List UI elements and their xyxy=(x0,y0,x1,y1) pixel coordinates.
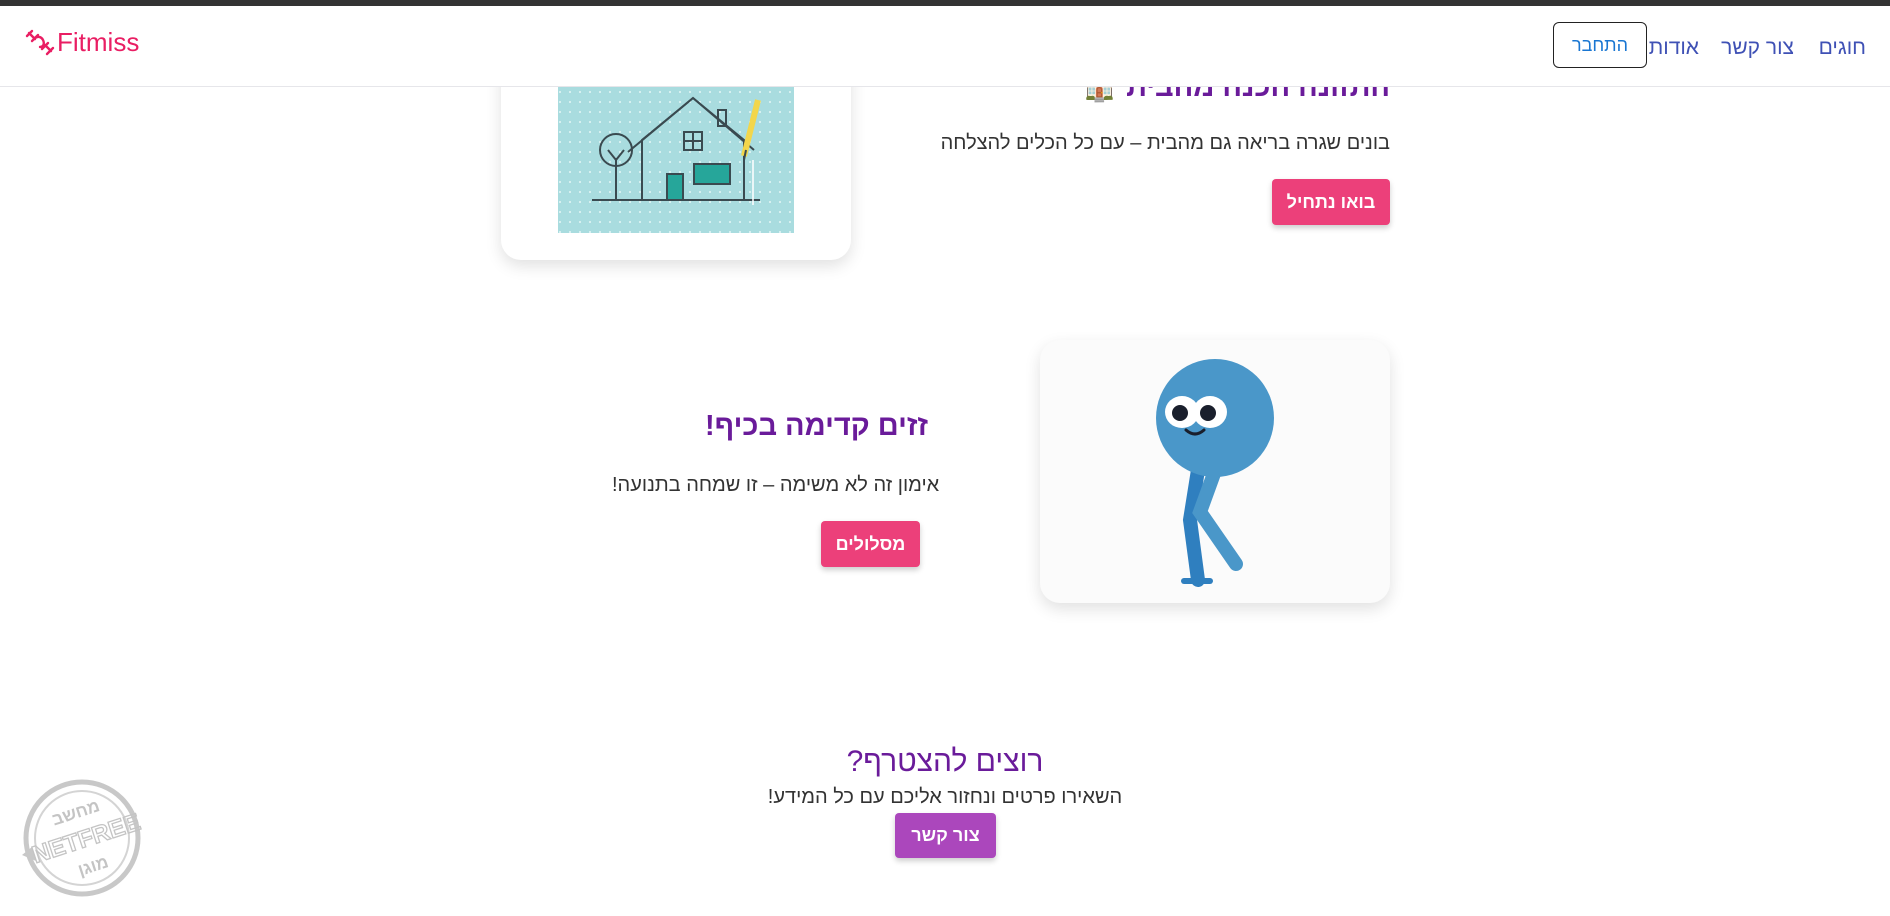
walking-ball-character-icon xyxy=(1156,359,1274,587)
login-button[interactable]: התחבר xyxy=(1553,22,1647,68)
navbar: Fitmiss חוגים צור קשר אודות התחבר xyxy=(0,6,1890,87)
walk-illustration-card xyxy=(1040,340,1390,603)
nav-link-about[interactable]: אודות xyxy=(1649,36,1699,60)
join-subtitle: השאירו פרטים ונחזור אליכם עם כל המידע! xyxy=(767,786,1123,808)
lets-start-button[interactable]: בואו נתחיל xyxy=(1272,179,1390,225)
brand-name: Fitmiss xyxy=(57,27,140,57)
home-section-text: בונים שגרה בריאה גם מהבית – עם כל הכלים … xyxy=(940,132,1390,154)
netfree-badge: מחשב NETFREE מוגן xyxy=(14,777,156,899)
walk-section-text: אימון זה לא משימה – זו שמחה בתנועה! xyxy=(612,474,940,496)
routes-button[interactable]: מסלולים xyxy=(821,521,920,567)
brand-logo-link[interactable]: Fitmiss xyxy=(25,26,139,58)
contact-button[interactable]: צור קשר xyxy=(895,813,996,858)
nav-link-contact[interactable]: צור קשר xyxy=(1721,36,1794,60)
walk-section-title: זזים קדימה בכיף! xyxy=(705,410,929,442)
badge-line-3: מוגן xyxy=(76,852,111,880)
dumbbell-heart-icon xyxy=(25,29,55,56)
join-title: רוצים להצטרף? xyxy=(846,745,1044,778)
netfree-seal-icon: מחשב NETFREE מוגן xyxy=(22,779,144,897)
nav-link-chugim[interactable]: חוגים xyxy=(1819,36,1866,60)
